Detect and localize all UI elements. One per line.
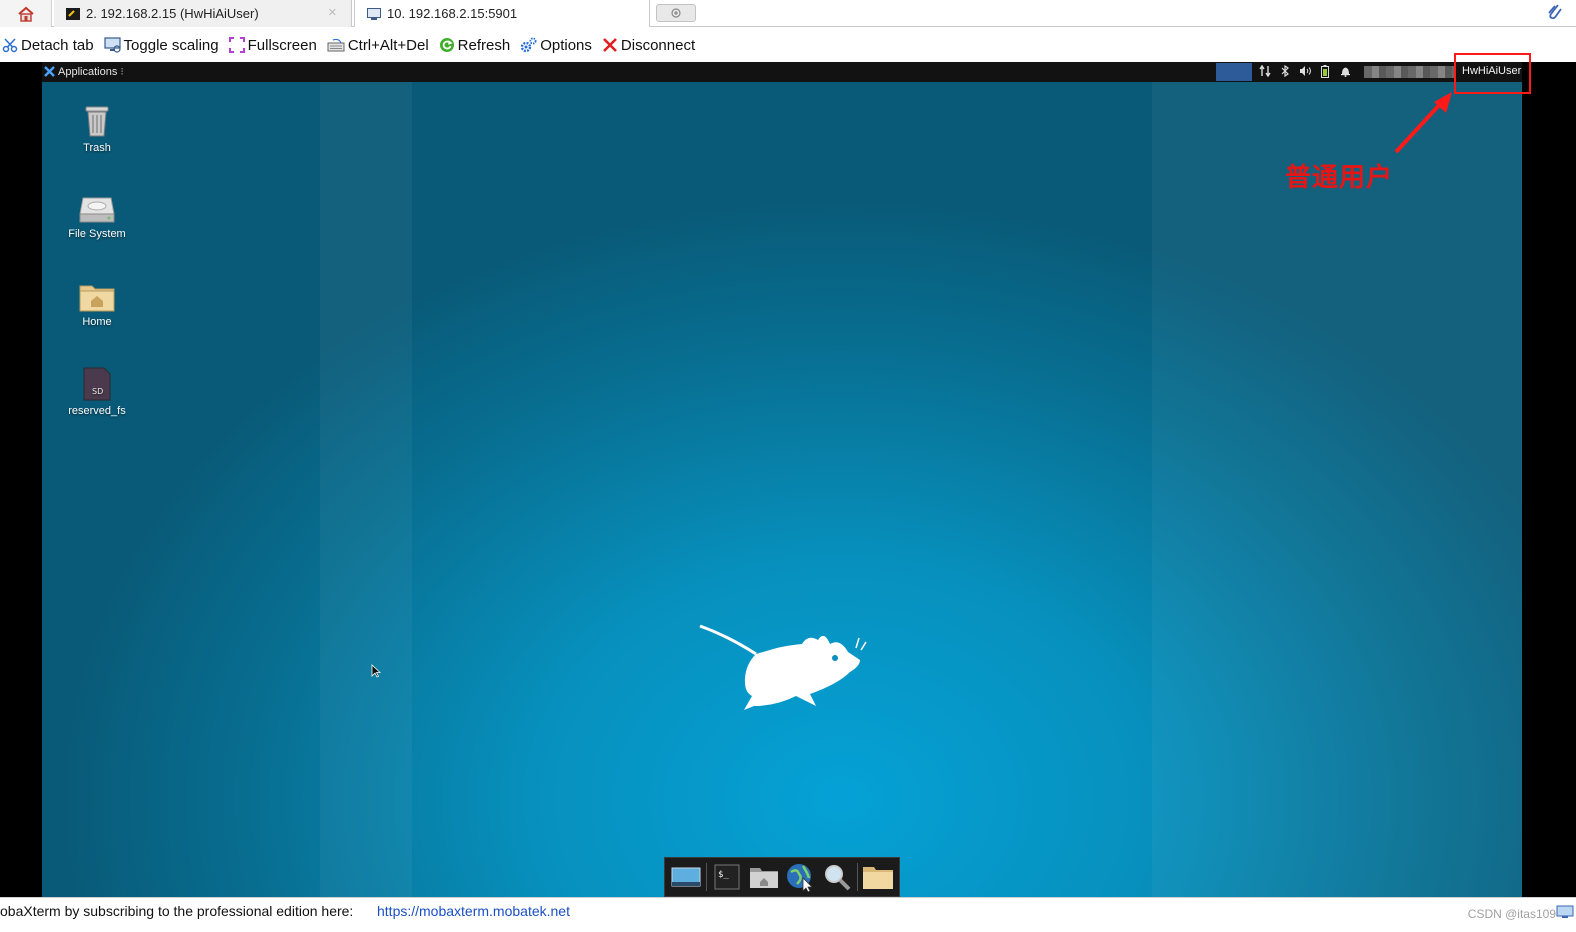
applications-menu-button[interactable]: Applications ⁝ bbox=[44, 65, 124, 78]
sd-card-icon: SD bbox=[83, 367, 111, 401]
mouse-pointer-icon bbox=[371, 664, 381, 678]
options-button[interactable]: Options bbox=[518, 28, 600, 62]
dock-separator bbox=[856, 863, 858, 891]
desktop-icon-reserved-fs[interactable]: SD reserved_fs bbox=[42, 367, 152, 417]
fullscreen-icon bbox=[228, 37, 245, 53]
system-tray bbox=[1258, 64, 1352, 78]
menu-handle-icon: ⁝ bbox=[120, 66, 124, 78]
dock-app-finder[interactable] bbox=[820, 860, 854, 894]
trash-icon bbox=[85, 106, 109, 137]
desktop-icon-file-system[interactable]: File System bbox=[42, 194, 152, 240]
tab-ssh-session[interactable]: 2. 192.168.2.15 (HwHiAiUser) ✕ bbox=[54, 0, 352, 27]
status-banner: obaXterm by subscribing to the professio… bbox=[0, 897, 1576, 932]
disconnect-button[interactable]: Disconnect bbox=[600, 28, 703, 62]
wallpaper-band bbox=[320, 82, 412, 897]
dock-file-manager[interactable] bbox=[747, 860, 781, 894]
dock-separator bbox=[706, 863, 708, 891]
web-browser-icon bbox=[787, 864, 814, 892]
plus-icon bbox=[671, 8, 681, 18]
desktop-icon-home[interactable]: Home bbox=[42, 282, 152, 328]
home-icon bbox=[17, 6, 34, 22]
button-label: Detach tab bbox=[21, 36, 94, 54]
desktop-icon-label: File System bbox=[68, 228, 126, 240]
gear-icon bbox=[521, 37, 537, 53]
desktop-icon-label: Home bbox=[82, 316, 112, 328]
button-label: Fullscreen bbox=[247, 36, 317, 54]
new-tab-button[interactable] bbox=[656, 4, 696, 22]
detach-tab-button[interactable]: Detach tab bbox=[0, 28, 102, 62]
tab-label: 2. 192.168.2.15 (HwHiAiUser) bbox=[86, 6, 259, 21]
desktop-icon-trash[interactable]: Trash bbox=[42, 104, 152, 154]
button-label: Options bbox=[540, 36, 592, 54]
tab-bar: 2. 192.168.2.15 (HwHiAiUser) ✕ 10. 192.1… bbox=[0, 0, 1576, 27]
home-tab[interactable] bbox=[0, 0, 52, 27]
xfce-top-panel: Applications ⁝ HwHiAiUser bbox=[42, 62, 1522, 82]
tab-vnc-session[interactable]: 10. 192.168.2.15:5901 bbox=[354, 0, 650, 27]
desktop-background[interactable]: Trash File System Home SD reserved_fs bbox=[42, 82, 1522, 897]
button-label: Ctrl+Alt+Del bbox=[347, 36, 429, 54]
workspace-switcher[interactable] bbox=[1216, 63, 1252, 81]
clock-redacted[interactable] bbox=[1364, 66, 1454, 78]
annotation-highlight-box bbox=[1454, 53, 1531, 94]
vnc-icon bbox=[367, 7, 381, 20]
notification-bell-icon[interactable] bbox=[1338, 64, 1352, 78]
xfce-mouse-logo bbox=[699, 624, 867, 710]
close-icon bbox=[602, 38, 617, 52]
scissors-icon bbox=[2, 38, 18, 53]
annotation-arrow bbox=[1394, 92, 1452, 154]
volume-icon[interactable] bbox=[1298, 64, 1312, 78]
desktop-icon-label: Trash bbox=[83, 142, 111, 154]
refresh-icon bbox=[439, 38, 454, 52]
drive-icon bbox=[79, 197, 115, 223]
xfce-dock: $_ bbox=[664, 857, 900, 897]
button-label: Disconnect bbox=[620, 36, 696, 54]
dock-web-browser[interactable] bbox=[783, 860, 817, 894]
keyboard-icon bbox=[327, 38, 345, 52]
watermark: CSDN @itas109 bbox=[1467, 907, 1556, 921]
vnc-toolbar: Detach tab Toggle scaling Fullscreen Ctr… bbox=[0, 28, 1576, 62]
show-desktop-icon bbox=[671, 867, 701, 887]
ctrl-alt-del-button[interactable]: Ctrl+Alt+Del bbox=[325, 28, 437, 62]
svg-text:SD: SD bbox=[92, 387, 103, 396]
monitor-icon bbox=[103, 37, 121, 53]
mobaxterm-link[interactable]: https://mobaxterm.mobatek.net bbox=[377, 903, 570, 919]
monitor-icon bbox=[1556, 905, 1574, 918]
dock-terminal[interactable]: $_ bbox=[710, 860, 744, 894]
button-label: Refresh bbox=[457, 36, 511, 54]
bluetooth-icon[interactable] bbox=[1278, 64, 1292, 78]
toggle-scaling-button[interactable]: Toggle scaling bbox=[102, 28, 227, 62]
battery-icon[interactable] bbox=[1318, 64, 1332, 78]
applications-label: Applications bbox=[58, 65, 118, 78]
terminal-icon bbox=[66, 7, 80, 20]
desktop-icon-label: reserved_fs bbox=[68, 405, 126, 417]
button-label: Toggle scaling bbox=[123, 36, 219, 54]
paperclip-icon[interactable] bbox=[1546, 2, 1564, 22]
svg-text:$_: $_ bbox=[718, 870, 729, 880]
banner-text: obaXterm by subscribing to the professio… bbox=[0, 903, 354, 919]
xfce-logo-icon bbox=[44, 66, 55, 77]
close-icon[interactable]: ✕ bbox=[328, 6, 337, 19]
dock-folder[interactable] bbox=[861, 860, 895, 894]
annotation-label: 普通用户 bbox=[1285, 163, 1394, 193]
dock-show-desktop[interactable] bbox=[669, 860, 703, 894]
refresh-button[interactable]: Refresh bbox=[437, 28, 519, 62]
wallpaper-band bbox=[1152, 82, 1522, 897]
home-folder-icon bbox=[79, 285, 115, 312]
terminal-icon: $_ bbox=[714, 864, 740, 890]
tab-label: 10. 192.168.2.15:5901 bbox=[387, 6, 518, 21]
fullscreen-button[interactable]: Fullscreen bbox=[227, 28, 325, 62]
file-manager-icon bbox=[749, 868, 778, 888]
network-icon[interactable] bbox=[1258, 64, 1272, 78]
folder-icon bbox=[862, 867, 893, 889]
app-finder-icon bbox=[825, 865, 851, 891]
